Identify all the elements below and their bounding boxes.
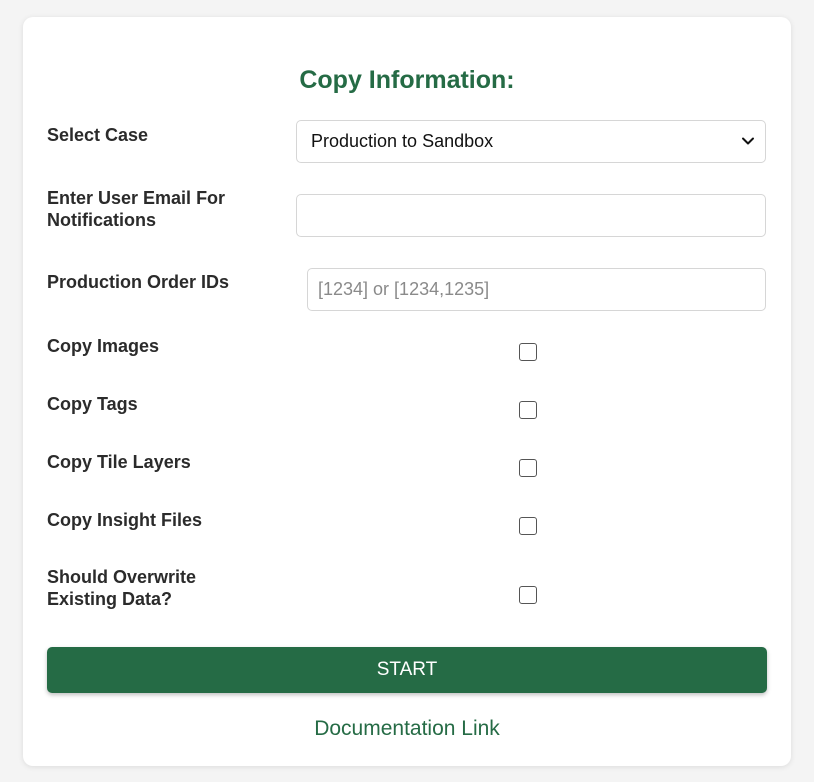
copy-images-checkbox[interactable] xyxy=(519,343,537,361)
copy-insight-files-checkbox[interactable] xyxy=(519,517,537,535)
order-ids-label: Production Order IDs xyxy=(47,272,230,292)
select-case-dropdown[interactable]: Production to Sandbox xyxy=(296,120,766,163)
overwrite-label: Should Overwrite Existing Data? xyxy=(47,567,197,609)
select-case-value: Production to Sandbox xyxy=(311,131,494,151)
order-ids-input[interactable] xyxy=(307,268,766,311)
copy-insight-files-label: Copy Insight Files xyxy=(47,510,203,530)
copy-tags-label: Copy Tags xyxy=(47,394,138,414)
select-case-label: Select Case xyxy=(47,125,149,145)
email-field[interactable] xyxy=(296,194,766,237)
start-button[interactable]: START xyxy=(47,647,767,693)
chevron-down-icon xyxy=(742,137,754,145)
copy-tile-layers-checkbox[interactable] xyxy=(519,459,537,477)
copy-form-card: Copy Information: Select Case Production… xyxy=(23,17,791,766)
overwrite-checkbox[interactable] xyxy=(519,586,537,604)
form-title: Copy Information: xyxy=(299,66,515,94)
copy-images-label: Copy Images xyxy=(47,336,160,356)
documentation-link[interactable]: Documentation Link xyxy=(23,717,791,741)
email-label: Enter User Email For Notifications xyxy=(47,188,226,230)
copy-tile-layers-label: Copy Tile Layers xyxy=(47,452,191,472)
copy-tags-checkbox[interactable] xyxy=(519,401,537,419)
